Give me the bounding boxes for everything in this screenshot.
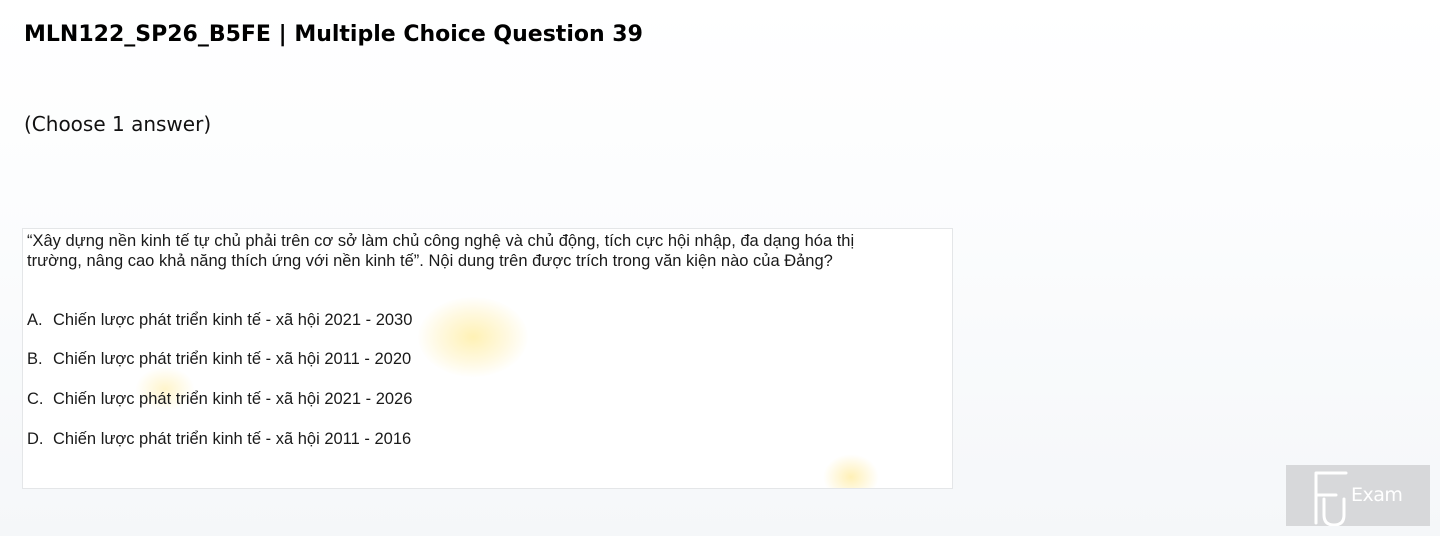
answer-instruction: (Choose 1 answer): [24, 112, 212, 136]
option-letter: D.: [27, 430, 44, 448]
option-letter: C.: [27, 390, 44, 408]
option-letter: B.: [27, 350, 43, 368]
fuexam-logo: Exam: [1286, 465, 1430, 526]
option-letter: A.: [27, 311, 43, 329]
option-text: Chiến lược phát triển kinh tế - xã hội 2…: [53, 350, 412, 368]
option-b[interactable]: B. Chiến lược phát triển kinh tế - xã hội…: [27, 349, 411, 369]
watermark-blob: [418, 297, 528, 377]
option-text: Chiến lược phát triển kinh tế - xã hội 2…: [53, 311, 413, 329]
logo-text: Exam: [1351, 484, 1403, 506]
option-text: Chiến lược phát triển kinh tế - xã hội 2…: [53, 430, 412, 448]
option-text: Chiến lược phát triển kinh tế - xã hội 2…: [53, 390, 413, 408]
option-a[interactable]: A. Chiến lược phát triển kinh tế - xã hội…: [27, 310, 412, 330]
question-image-panel: “Xây dựng nền kinh tế tự chủ phải trên c…: [22, 228, 953, 489]
page-title: MLN122_SP26_B5FE | Multiple Choice Quest…: [24, 22, 643, 47]
watermark-blob: [823, 454, 879, 488]
option-c[interactable]: C. Chiến lược phát triển kinh tế - xã hội…: [27, 389, 412, 409]
question-text: “Xây dựng nền kinh tế tự chủ phải trên c…: [27, 232, 855, 270]
option-d[interactable]: D. Chiến lược phát triển kinh tế - xã hội…: [27, 429, 411, 449]
